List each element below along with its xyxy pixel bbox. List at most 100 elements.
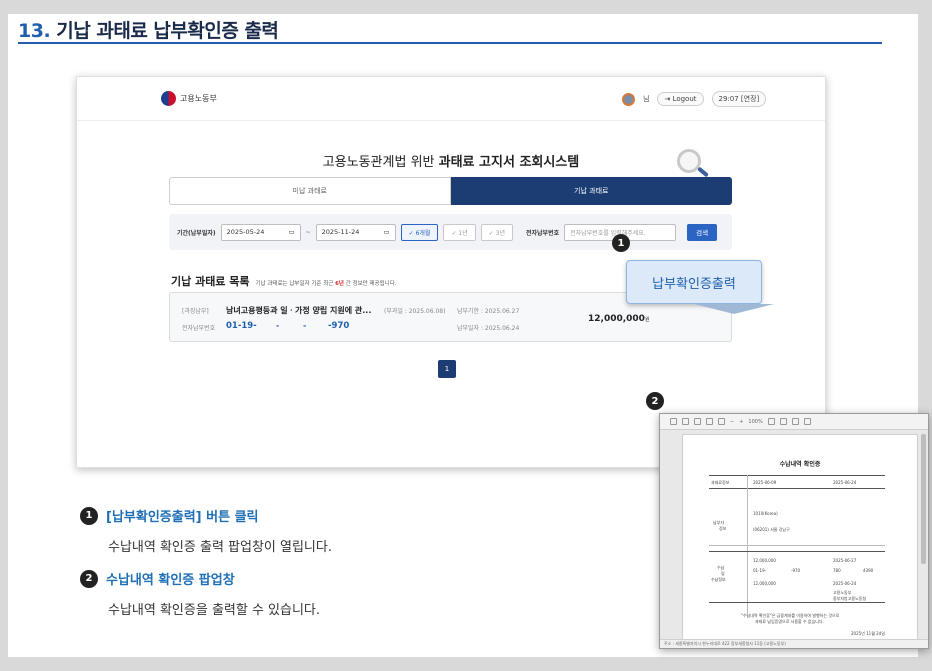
receipt-footer-date: 2025년 11월 24일 [851,631,885,636]
step-1-title: [납부확인증출력] 버튼 클릭 [106,510,259,525]
print-icon[interactable] [682,418,689,425]
receipt-sec1: 과태료정보 [711,480,730,485]
step-badge-2: 2 [80,569,98,588]
page-icon[interactable] [694,418,701,425]
tab-unpaid[interactable]: 미납 과태료 [169,177,451,205]
step-badge-1: 1 [80,506,98,525]
zoom-out-icon[interactable]: − [730,419,734,425]
taegeuk-logo-icon [161,91,176,106]
menu-icon[interactable] [803,418,811,425]
receipt-payno-tail: 1010(Korea) [753,511,778,516]
avatar [622,92,635,106]
date-from-field[interactable]: 2025-05-24 ▭ [220,223,301,241]
receipt-sec2-b: 정보 [719,526,727,531]
popup-status-bar: 주소 : 세종특별자치시 한누리대로 422 정부세종청사 11동 (고용노동부… [660,639,928,648]
receipt-rule [709,545,885,546]
receipt-rule [709,475,885,476]
user-area: 님 ⇥ Logout 29:07 [연장] [622,91,767,107]
receipt-page: 수납내역 확인증 과태료정보 2025-06-09 2025-06-24 납부자… [682,434,918,642]
receipt-rule [709,488,885,489]
receipt-rule [709,602,885,603]
step-2-desc: 수납내역 확인증을 출력할 수 있습니다. [108,603,321,618]
receipt-num3: 4390 [863,568,874,573]
system-title-pre: 고용노동관계법 위반 [322,155,435,170]
prev-page-icon[interactable] [706,418,713,425]
row-payno-label: 전자납부번호 [182,325,216,332]
receipt-num2: 780 [833,568,841,573]
row-amount-value: 12,000,000 [588,314,645,324]
row-due-date: 납부기한 : 2025.06.27 [457,308,520,315]
list-note-pre: 기납 과태료는 납부일자 기준 최근 [255,281,334,287]
row-payno-part4: -970 [328,321,350,331]
range-6m-button[interactable]: ✓ 6개월 [400,223,439,241]
section-title: 13. 기납 과태료 납부확인증 출력 [18,16,279,43]
pdf-toolbar: − + 100% [660,414,928,430]
callout-badge-2: 2 [646,392,664,410]
period-label: 기간(납부일자) [177,229,216,237]
receipt-popup: − + 100% 수납내역 확인증 과태료정보 2025-06-09 2025-… [659,413,929,649]
receipt-title: 수납내역 확인증 [779,461,821,468]
title-divider [18,42,882,44]
receipt-amount: 12,000,000 [753,558,776,563]
receipt-print-button[interactable]: 납부확인증출력 [626,260,762,304]
popup-scrollbar[interactable] [921,434,926,564]
step-1-desc: 수납내역 확인증 출력 팝업창이 열립니다. [108,540,332,555]
list-note: 기납 과태료는 납부일자 기준 최근 6년 간 정보만 제공됩니다. [256,279,397,287]
payer-number-label: 전자납부번호 [526,229,560,237]
row-ref-date: (부과일 : 2025.06.08) [384,308,446,315]
date-to-value: 2025-11-24 [321,228,360,236]
row-paid-date: 납부일자 : 2025.06.24 [457,325,520,332]
list-title: 기납 과태료 목록 [171,275,250,288]
row-item-name: 남녀고용평등과 일ㆍ가정 양립 지원에 관... [226,306,372,315]
logout-icon: ⇥ [664,95,673,103]
next-page-icon[interactable] [718,418,725,425]
pagination-page-1[interactable]: 1 [438,360,456,378]
calendar-icon: ▭ [288,228,295,236]
range-1y-button[interactable]: ✓ 1년 [443,223,476,241]
receipt-pay-date: 2025-06-27 [833,558,857,563]
receipt-footer-note2: 과태료 납입증명으로 사용할 수 없습니다. [755,619,824,624]
search-filter-bar: 기간(납부일자) 2025-05-24 ▭ ~ 2025-11-24 ▭ ✓ 6… [169,214,732,250]
fit-page-icon[interactable] [779,418,787,425]
save-icon[interactable] [670,418,677,425]
tab-paid[interactable]: 기납 과태료 [450,177,732,205]
rotate-icon[interactable] [791,418,799,425]
zoom-level[interactable]: 100% [748,419,762,425]
zoom-in-icon[interactable]: + [739,419,743,425]
date-to-field[interactable]: 2025-11-24 ▭ [315,223,396,241]
range-3y-button[interactable]: ✓ 3년 [480,223,513,241]
row-payno-part3: - [303,321,307,330]
row-amount-unit: 원 [644,317,650,323]
search-button[interactable]: 검색 [687,223,718,241]
callout-badge-1: 1 [612,234,630,252]
session-timer-button[interactable]: 29:07 [연장] [711,91,767,107]
row-payno-part2: - [276,321,280,330]
system-title-bold: 과태료 고지서 조회시스템 [438,155,580,170]
step-2: 2 수납내역 확인증 팝업창 [80,569,235,588]
ministry-logo[interactable]: 고용노동부 [161,91,217,106]
receipt-rule [709,551,885,552]
step-2-title: 수납내역 확인증 팝업창 [106,573,235,588]
receipt-date1: 2025-06-09 [753,480,777,485]
receipt-amount2: 12,000,000 [753,581,776,586]
receipt-sec3-c: 수납정보 [711,577,726,582]
receipt-addr: (06201) 서울 강남구 [753,527,790,532]
manual-page: 13. 기납 과태료 납부확인증 출력 고용노동부 님 ⇥ Logout 29:… [8,14,929,657]
calendar-icon: ▭ [383,228,390,236]
date-separator: ~ [305,228,311,236]
step-1: 1 [납부확인증출력] 버튼 클릭 [80,506,259,525]
date-from-value: 2025-05-24 [226,228,265,236]
list-note-post: 간 정보만 제공됩니다. [345,281,397,287]
receipt-pay-date2: 2025-06-24 [833,581,857,586]
fit-width-icon[interactable] [767,418,775,425]
list-header: 기납 과태료 목록 기납 과태료는 납부일자 기준 최근 6년 간 정보만 제공… [171,273,397,289]
receipt-date2: 2025-06-24 [833,480,857,485]
fine-tabs: 미납 과태료 기납 과태료 [169,177,732,205]
logout-button[interactable]: ⇥ Logout [657,92,704,106]
logout-label: Logout [672,95,697,103]
receipt-payno2: 01-19- [753,568,767,573]
row-payno-part1: 01-19- [226,321,257,331]
system-title: 고용노동관계법 위반 과태료 고지서 조회시스템 [77,151,825,170]
list-note-red: 6년 [335,281,344,287]
app-header: 고용노동부 님 ⇥ Logout 29:07 [연장] [77,77,825,121]
